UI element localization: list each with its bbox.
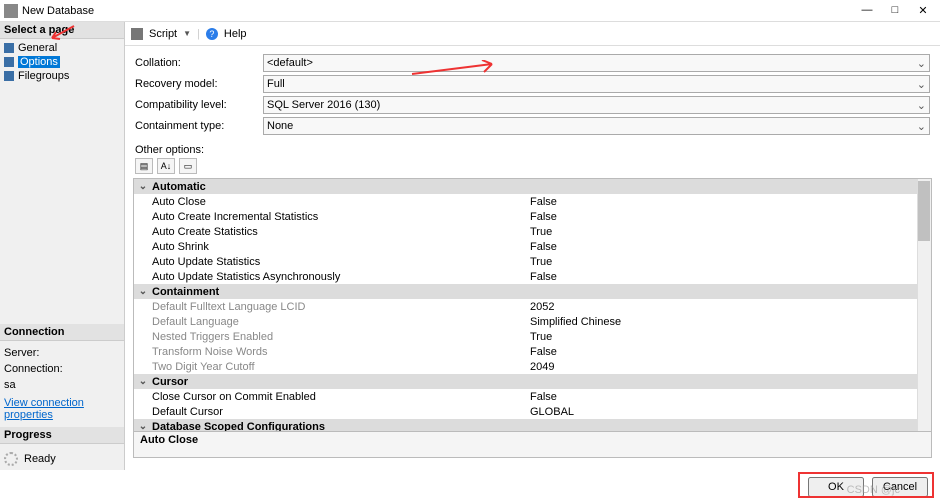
compatibility-level-label: Compatibility level: xyxy=(135,99,263,111)
property-pages-button[interactable]: ▭ xyxy=(179,158,197,174)
property-row[interactable]: Default CursorGLOBAL xyxy=(134,404,931,419)
connection-label: Connection: xyxy=(4,363,120,375)
progress-status: Ready xyxy=(24,453,56,465)
property-name: Default Fulltext Language LCID xyxy=(150,301,530,313)
categorized-button[interactable]: ▤ xyxy=(135,158,153,174)
page-icon xyxy=(4,43,14,53)
options-property-grid[interactable]: ⌄AutomaticAuto CloseFalseAuto Create Inc… xyxy=(134,179,931,431)
dialog-footer: OK Cancel CSDN @jc xyxy=(0,472,940,500)
window-title: New Database xyxy=(22,5,860,17)
expand-icon[interactable]: ⌄ xyxy=(136,421,150,431)
property-value[interactable]: True xyxy=(530,226,931,238)
property-value[interactable]: 2049 xyxy=(530,361,931,373)
property-value[interactable]: False xyxy=(530,346,931,358)
toolbar: Script ▼ | ? Help xyxy=(125,22,940,46)
watermark: CSDN @jc xyxy=(847,484,900,496)
containment-type-label: Containment type: xyxy=(135,120,263,132)
property-description: Auto Close xyxy=(134,431,931,457)
recovery-model-select[interactable]: Full xyxy=(263,75,930,93)
sidebar-progress-header: Progress xyxy=(0,427,124,444)
property-row[interactable]: Transform Noise WordsFalse xyxy=(134,344,931,359)
page-label: Filegroups xyxy=(18,70,69,82)
sidebar-connection-header: Connection xyxy=(0,324,124,341)
property-name: Auto Update Statistics Asynchronously xyxy=(150,271,530,283)
other-options-label: Other options: xyxy=(125,138,940,158)
property-value[interactable]: 2052 xyxy=(530,301,931,313)
property-row[interactable]: Auto Update Statistics AsynchronouslyFal… xyxy=(134,269,931,284)
category-containment[interactable]: ⌄Containment xyxy=(134,284,931,299)
page-icon xyxy=(4,57,14,67)
containment-type-select[interactable]: None xyxy=(263,117,930,135)
view-connection-link[interactable]: View connection properties xyxy=(4,397,120,421)
connection-value: sa xyxy=(4,379,120,391)
script-button[interactable]: Script xyxy=(149,28,177,40)
help-button[interactable]: Help xyxy=(224,28,247,40)
property-row[interactable]: Auto CloseFalse xyxy=(134,194,931,209)
property-row[interactable]: Auto ShrinkFalse xyxy=(134,239,931,254)
category-automatic[interactable]: ⌄Automatic xyxy=(134,179,931,194)
help-icon: ? xyxy=(206,28,218,40)
sidebar-select-page-header: Select a page xyxy=(0,22,124,39)
script-dropdown-icon[interactable]: ▼ xyxy=(183,29,191,38)
property-name: Auto Shrink xyxy=(150,241,530,253)
property-row[interactable]: Close Cursor on Commit EnabledFalse xyxy=(134,389,931,404)
scrollbar-thumb[interactable] xyxy=(918,181,930,241)
script-icon xyxy=(131,28,143,40)
property-value[interactable]: True xyxy=(530,256,931,268)
page-label: General xyxy=(18,42,57,54)
progress-spinner-icon xyxy=(4,452,18,466)
alphabetical-button[interactable]: A↓ xyxy=(157,158,175,174)
titlebar: New Database — □ ✕ xyxy=(0,0,940,22)
sidebar-page-options[interactable]: Options xyxy=(0,55,124,69)
property-row[interactable]: Auto Create Incremental StatisticsFalse xyxy=(134,209,931,224)
collation-label: Collation: xyxy=(135,57,263,69)
property-value[interactable]: False xyxy=(530,211,931,223)
property-name: Two Digit Year Cutoff xyxy=(150,361,530,373)
property-row[interactable]: Nested Triggers EnabledTrue xyxy=(134,329,931,344)
property-name: Auto Update Statistics xyxy=(150,256,530,268)
maximize-button[interactable]: □ xyxy=(888,4,902,17)
property-row[interactable]: Auto Update StatisticsTrue xyxy=(134,254,931,269)
property-value[interactable]: False xyxy=(530,271,931,283)
page-icon xyxy=(4,71,14,81)
category-database-scoped-configurations[interactable]: ⌄Database Scoped Configurations xyxy=(134,419,931,431)
page-label: Options xyxy=(18,56,60,68)
property-name: Transform Noise Words xyxy=(150,346,530,358)
property-name: Auto Create Incremental Statistics xyxy=(150,211,530,223)
compatibility-level-select[interactable]: SQL Server 2016 (130) xyxy=(263,96,930,114)
category-cursor[interactable]: ⌄Cursor xyxy=(134,374,931,389)
property-row[interactable]: Default LanguageSimplified Chinese xyxy=(134,314,931,329)
property-row[interactable]: Auto Create StatisticsTrue xyxy=(134,224,931,239)
property-value[interactable]: False xyxy=(530,391,931,403)
property-name: Default Language xyxy=(150,316,530,328)
property-value[interactable]: Simplified Chinese xyxy=(530,316,931,328)
property-value[interactable]: GLOBAL xyxy=(530,406,931,418)
minimize-button[interactable]: — xyxy=(860,4,874,17)
property-name: Nested Triggers Enabled xyxy=(150,331,530,343)
property-name: Close Cursor on Commit Enabled xyxy=(150,391,530,403)
expand-icon[interactable]: ⌄ xyxy=(136,286,150,297)
property-value[interactable]: True xyxy=(530,331,931,343)
property-row[interactable]: Default Fulltext Language LCID2052 xyxy=(134,299,931,314)
scrollbar[interactable] xyxy=(917,179,931,431)
property-name: Auto Create Statistics xyxy=(150,226,530,238)
content-pane: Script ▼ | ? Help Collation: <default> R… xyxy=(125,22,940,470)
sidebar-page-general[interactable]: General xyxy=(0,41,124,55)
expand-icon[interactable]: ⌄ xyxy=(136,181,150,192)
property-name: Default Cursor xyxy=(150,406,530,418)
close-button[interactable]: ✕ xyxy=(916,4,930,17)
sidebar: Select a page General Options Filegroups C… xyxy=(0,22,125,470)
property-value[interactable]: False xyxy=(530,196,931,208)
property-name: Auto Close xyxy=(150,196,530,208)
app-icon xyxy=(4,4,18,18)
server-label: Server: xyxy=(4,347,120,359)
property-row[interactable]: Two Digit Year Cutoff2049 xyxy=(134,359,931,374)
recovery-model-label: Recovery model: xyxy=(135,78,263,90)
sidebar-page-filegroups[interactable]: Filegroups xyxy=(0,69,124,83)
expand-icon[interactable]: ⌄ xyxy=(136,376,150,387)
collation-select[interactable]: <default> xyxy=(263,54,930,72)
property-value[interactable]: False xyxy=(530,241,931,253)
